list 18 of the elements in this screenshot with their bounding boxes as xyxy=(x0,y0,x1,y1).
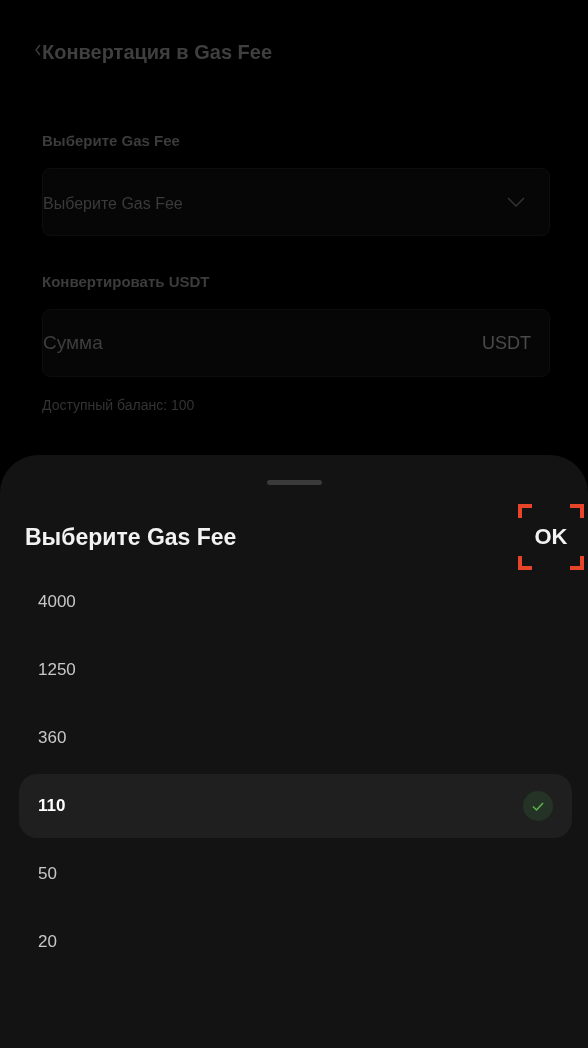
ok-button[interactable]: OK xyxy=(530,522,572,552)
page-title: Конвертация в Gas Fee xyxy=(42,40,273,64)
fee-option[interactable]: 1250 xyxy=(19,638,572,702)
amount-input[interactable]: Сумма xyxy=(43,332,243,354)
fee-option[interactable]: 360 xyxy=(19,706,572,770)
sheet-title: Выберите Gas Fee xyxy=(25,523,237,551)
check-icon xyxy=(523,791,553,821)
drag-handle[interactable] xyxy=(266,480,322,485)
focus-frame xyxy=(518,504,584,570)
field-label: Конвертировать USDT xyxy=(42,273,211,291)
field-label: Выберите Gas Fee xyxy=(42,132,181,150)
fee-option[interactable]: 110 xyxy=(19,774,572,838)
fee-option[interactable]: 4000 xyxy=(19,570,572,634)
currency-unit: USDT xyxy=(482,332,531,354)
fee-option[interactable]: 20 xyxy=(19,910,572,974)
chevron-down-icon xyxy=(507,197,525,207)
back-icon[interactable] xyxy=(35,44,41,56)
fee-option[interactable]: 50 xyxy=(19,842,572,906)
